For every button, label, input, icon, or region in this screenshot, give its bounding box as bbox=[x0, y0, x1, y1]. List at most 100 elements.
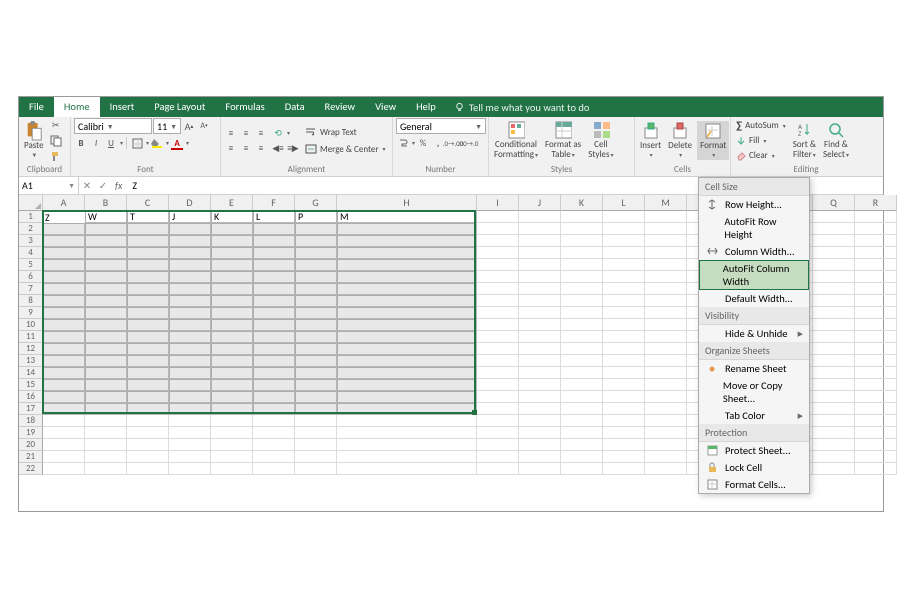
cell[interactable] bbox=[169, 451, 211, 463]
number-format-select[interactable]: General▼ bbox=[396, 118, 486, 134]
cell[interactable] bbox=[85, 451, 127, 463]
row-header[interactable]: 15 bbox=[19, 379, 43, 391]
align-bottom-button[interactable]: ≡ bbox=[254, 126, 268, 140]
cell[interactable] bbox=[43, 259, 85, 271]
cell[interactable] bbox=[603, 235, 645, 247]
cell[interactable] bbox=[337, 331, 477, 343]
cell[interactable] bbox=[603, 355, 645, 367]
cell[interactable] bbox=[519, 451, 561, 463]
cell[interactable] bbox=[253, 307, 295, 319]
cell[interactable] bbox=[561, 235, 603, 247]
cell[interactable] bbox=[85, 259, 127, 271]
cell[interactable] bbox=[211, 439, 253, 451]
cell[interactable] bbox=[169, 319, 211, 331]
cell[interactable] bbox=[295, 307, 337, 319]
cell[interactable] bbox=[253, 271, 295, 283]
cell[interactable] bbox=[477, 355, 519, 367]
menu-autofit-row-height[interactable]: AutoFit Row Height bbox=[699, 213, 809, 243]
cell[interactable] bbox=[295, 415, 337, 427]
cell[interactable] bbox=[855, 283, 897, 295]
cell[interactable] bbox=[127, 259, 169, 271]
cell[interactable] bbox=[127, 331, 169, 343]
cell[interactable] bbox=[519, 391, 561, 403]
cell[interactable] bbox=[85, 307, 127, 319]
cancel-entry-button[interactable]: ✕ bbox=[79, 179, 95, 192]
cell[interactable] bbox=[295, 463, 337, 475]
clear-button[interactable]: Clear▾ bbox=[734, 149, 788, 163]
cell[interactable] bbox=[127, 343, 169, 355]
cell[interactable] bbox=[337, 307, 477, 319]
cell[interactable] bbox=[603, 379, 645, 391]
cell[interactable] bbox=[477, 463, 519, 475]
tell-me[interactable]: Tell me what you want to do bbox=[446, 101, 598, 114]
cell[interactable] bbox=[855, 451, 897, 463]
cell[interactable] bbox=[519, 247, 561, 259]
menu-lock-cell[interactable]: Lock Cell bbox=[699, 459, 809, 476]
autosum-button[interactable]: ∑AutoSum▾ bbox=[734, 119, 788, 133]
cell[interactable] bbox=[855, 331, 897, 343]
cell[interactable] bbox=[561, 367, 603, 379]
cell[interactable] bbox=[855, 403, 897, 415]
cell[interactable] bbox=[169, 463, 211, 475]
cell[interactable] bbox=[43, 463, 85, 475]
cell[interactable] bbox=[211, 319, 253, 331]
row-header[interactable]: 21 bbox=[19, 451, 43, 463]
cell[interactable] bbox=[561, 415, 603, 427]
cell[interactable] bbox=[855, 463, 897, 475]
cell[interactable] bbox=[855, 307, 897, 319]
increase-indent-button[interactable]: ≡▶ bbox=[286, 141, 300, 155]
cell[interactable] bbox=[127, 355, 169, 367]
cell[interactable] bbox=[813, 271, 855, 283]
cell[interactable] bbox=[603, 283, 645, 295]
cell[interactable] bbox=[561, 295, 603, 307]
percent-button[interactable]: % bbox=[416, 136, 430, 150]
row-header[interactable]: 14 bbox=[19, 367, 43, 379]
cell[interactable] bbox=[295, 379, 337, 391]
wrap-text-button[interactable]: Wrap Text bbox=[303, 125, 388, 139]
row-header[interactable]: 2 bbox=[19, 223, 43, 235]
cell[interactable] bbox=[127, 367, 169, 379]
cell[interactable] bbox=[645, 391, 687, 403]
cell[interactable] bbox=[561, 451, 603, 463]
cell[interactable] bbox=[127, 451, 169, 463]
cell[interactable] bbox=[337, 343, 477, 355]
menu-column-width[interactable]: Column Width... bbox=[699, 243, 809, 260]
cell[interactable] bbox=[211, 307, 253, 319]
cell[interactable] bbox=[253, 331, 295, 343]
cell[interactable] bbox=[253, 343, 295, 355]
select-all-button[interactable] bbox=[19, 195, 43, 211]
format-cells-button[interactable]: Format▾ bbox=[697, 121, 729, 160]
fill-color-button[interactable] bbox=[150, 136, 164, 150]
cell[interactable] bbox=[169, 343, 211, 355]
cell[interactable] bbox=[253, 403, 295, 415]
cell[interactable] bbox=[43, 415, 85, 427]
cell[interactable] bbox=[813, 223, 855, 235]
cell[interactable] bbox=[645, 259, 687, 271]
cell[interactable] bbox=[603, 367, 645, 379]
cell[interactable] bbox=[337, 403, 477, 415]
cell[interactable] bbox=[337, 247, 477, 259]
cell[interactable] bbox=[295, 271, 337, 283]
tab-formulas[interactable]: Formulas bbox=[215, 97, 274, 117]
tab-file[interactable]: File bbox=[19, 97, 54, 117]
cell[interactable] bbox=[337, 223, 477, 235]
column-header[interactable]: D bbox=[169, 195, 211, 211]
cell[interactable] bbox=[43, 343, 85, 355]
cell[interactable] bbox=[211, 295, 253, 307]
cell[interactable] bbox=[253, 295, 295, 307]
cell[interactable] bbox=[519, 331, 561, 343]
cell[interactable] bbox=[127, 379, 169, 391]
borders-button[interactable] bbox=[130, 136, 144, 150]
row-header[interactable]: 3 bbox=[19, 235, 43, 247]
column-header[interactable]: M bbox=[645, 195, 687, 211]
tab-help[interactable]: Help bbox=[406, 97, 446, 117]
row-header[interactable]: 7 bbox=[19, 283, 43, 295]
cell[interactable] bbox=[85, 391, 127, 403]
row-header[interactable]: 19 bbox=[19, 427, 43, 439]
cell[interactable] bbox=[43, 295, 85, 307]
column-header[interactable]: C bbox=[127, 195, 169, 211]
cell[interactable] bbox=[645, 439, 687, 451]
cell[interactable] bbox=[85, 331, 127, 343]
cell[interactable] bbox=[645, 283, 687, 295]
cell[interactable] bbox=[813, 415, 855, 427]
